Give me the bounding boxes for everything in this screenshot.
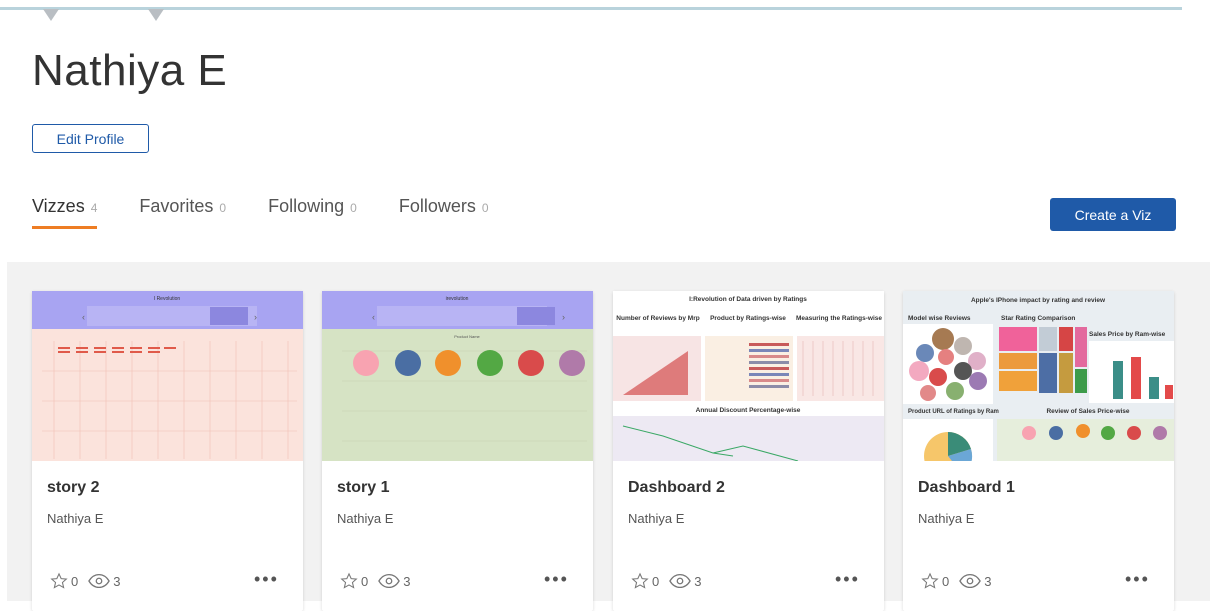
star-icon[interactable] (340, 572, 358, 590)
more-options-icon[interactable]: ••• (544, 569, 569, 590)
tab-count: 0 (219, 201, 227, 215)
favorite-count: 0 (71, 573, 79, 589)
tab-label: Favorites (139, 196, 214, 216)
viz-card[interactable]: I Revolution ‹ › story 2 Nathiya E 0 3 •… (32, 291, 303, 611)
viz-stats: 0 3 (631, 572, 711, 590)
viz-thumbnail[interactable]: I:Revolution of Data driven by Ratings N… (613, 291, 884, 461)
star-icon[interactable] (921, 572, 939, 590)
svg-text:›: › (254, 312, 257, 322)
viz-thumbnail[interactable]: I Revolution ‹ › (32, 291, 303, 461)
tab-favorites[interactable]: Favorites 0 (139, 196, 226, 229)
viz-title[interactable]: Dashboard 2 (628, 479, 725, 497)
tab-label: Vizzes (32, 196, 85, 216)
viz-title[interactable]: story 1 (337, 479, 389, 497)
favorite-count: 0 (361, 573, 369, 589)
profile-name: Nathiya E (32, 46, 228, 95)
view-count: 3 (984, 573, 992, 589)
viz-title[interactable]: story 2 (47, 479, 99, 497)
thumbnail-image: I Revolution ‹ › (32, 291, 303, 461)
svg-text:‹: ‹ (82, 312, 85, 322)
eye-icon (88, 573, 111, 589)
tab-following[interactable]: Following 0 (268, 196, 357, 229)
favorite-count: 0 (942, 573, 950, 589)
viz-stats: 0 3 (50, 572, 130, 590)
thumb-panel: Product by Ratings-wise (710, 315, 786, 322)
viz-card[interactable]: irevolution ‹ › Product Name story 1 Nat… (322, 291, 593, 611)
viz-stats: 0 3 (340, 572, 420, 590)
viz-thumbnail[interactable]: irevolution ‹ › Product Name (322, 291, 593, 461)
tab-label: Following (268, 196, 345, 216)
viz-author[interactable]: Nathiya E (628, 511, 684, 526)
star-icon[interactable] (50, 572, 68, 590)
svg-text:‹: ‹ (372, 312, 375, 322)
thumb-panel: Review of Sales Price-wise (1046, 408, 1129, 415)
caret-down-icon (43, 9, 59, 21)
profile-tabs: Vizzes 4 Favorites 0 Following 0 Followers 0 (32, 196, 531, 229)
thumbnail-image: Apple's IPhone impact by rating and revi… (903, 291, 1174, 461)
thumb-panel: Star Rating Comparison (1001, 315, 1075, 322)
view-count: 3 (403, 573, 411, 589)
viz-title[interactable]: Dashboard 1 (918, 479, 1015, 497)
viz-card[interactable]: Apple's IPhone impact by rating and revi… (903, 291, 1174, 611)
viz-author[interactable]: Nathiya E (918, 511, 974, 526)
thumb-panel: Product URL of Ratings by Ram (908, 409, 999, 415)
more-options-icon[interactable]: ••• (254, 569, 279, 590)
thumb-header: irevolution (446, 296, 469, 302)
viz-author[interactable]: Nathiya E (337, 511, 393, 526)
view-count: 3 (113, 573, 121, 589)
thumb-panel: Sales Price by Ram-wise (1089, 331, 1166, 338)
favorite-count: 0 (652, 573, 660, 589)
thumb-panel: Model wise Reviews (908, 315, 971, 322)
thumb-subheader: Product Name (454, 334, 480, 339)
tab-count: 0 (481, 201, 489, 215)
thumbnail-image: irevolution ‹ › Product Name (322, 291, 593, 461)
tab-count: 0 (350, 201, 357, 215)
caret-down-icon (148, 9, 164, 21)
thumb-header: Apple's IPhone impact by rating and revi… (971, 297, 1106, 304)
viz-thumbnail[interactable]: Apple's IPhone impact by rating and revi… (903, 291, 1174, 461)
create-viz-button[interactable]: Create a Viz (1050, 198, 1176, 231)
tab-label: Followers (398, 196, 476, 216)
thumb-panel: Number of Reviews by Mrp (616, 315, 699, 322)
thumb-panel: Measuring the Ratings-wise (796, 315, 882, 322)
eye-icon (959, 573, 982, 589)
edit-profile-button[interactable]: Edit Profile (32, 124, 149, 153)
eye-icon (669, 573, 692, 589)
more-options-icon[interactable]: ••• (835, 569, 860, 590)
viz-card[interactable]: I:Revolution of Data driven by Ratings N… (613, 291, 884, 611)
viz-stats: 0 3 (921, 572, 1001, 590)
star-icon[interactable] (631, 572, 649, 590)
more-options-icon[interactable]: ••• (1125, 569, 1150, 590)
thumbnail-image: I:Revolution of Data driven by Ratings N… (613, 291, 884, 461)
thumb-header: I Revolution (154, 296, 181, 302)
tab-vizzes[interactable]: Vizzes 4 (32, 196, 98, 229)
svg-text:›: › (562, 312, 565, 322)
viz-author[interactable]: Nathiya E (47, 511, 103, 526)
tab-count: 4 (90, 201, 98, 215)
eye-icon (378, 573, 401, 589)
view-count: 3 (694, 573, 702, 589)
thumb-bottom-title: Annual Discount Percentage-wise (696, 407, 801, 414)
top-rule (0, 7, 1182, 10)
tab-followers[interactable]: Followers 0 (399, 196, 489, 229)
thumb-header: I:Revolution of Data driven by Ratings (689, 296, 807, 303)
